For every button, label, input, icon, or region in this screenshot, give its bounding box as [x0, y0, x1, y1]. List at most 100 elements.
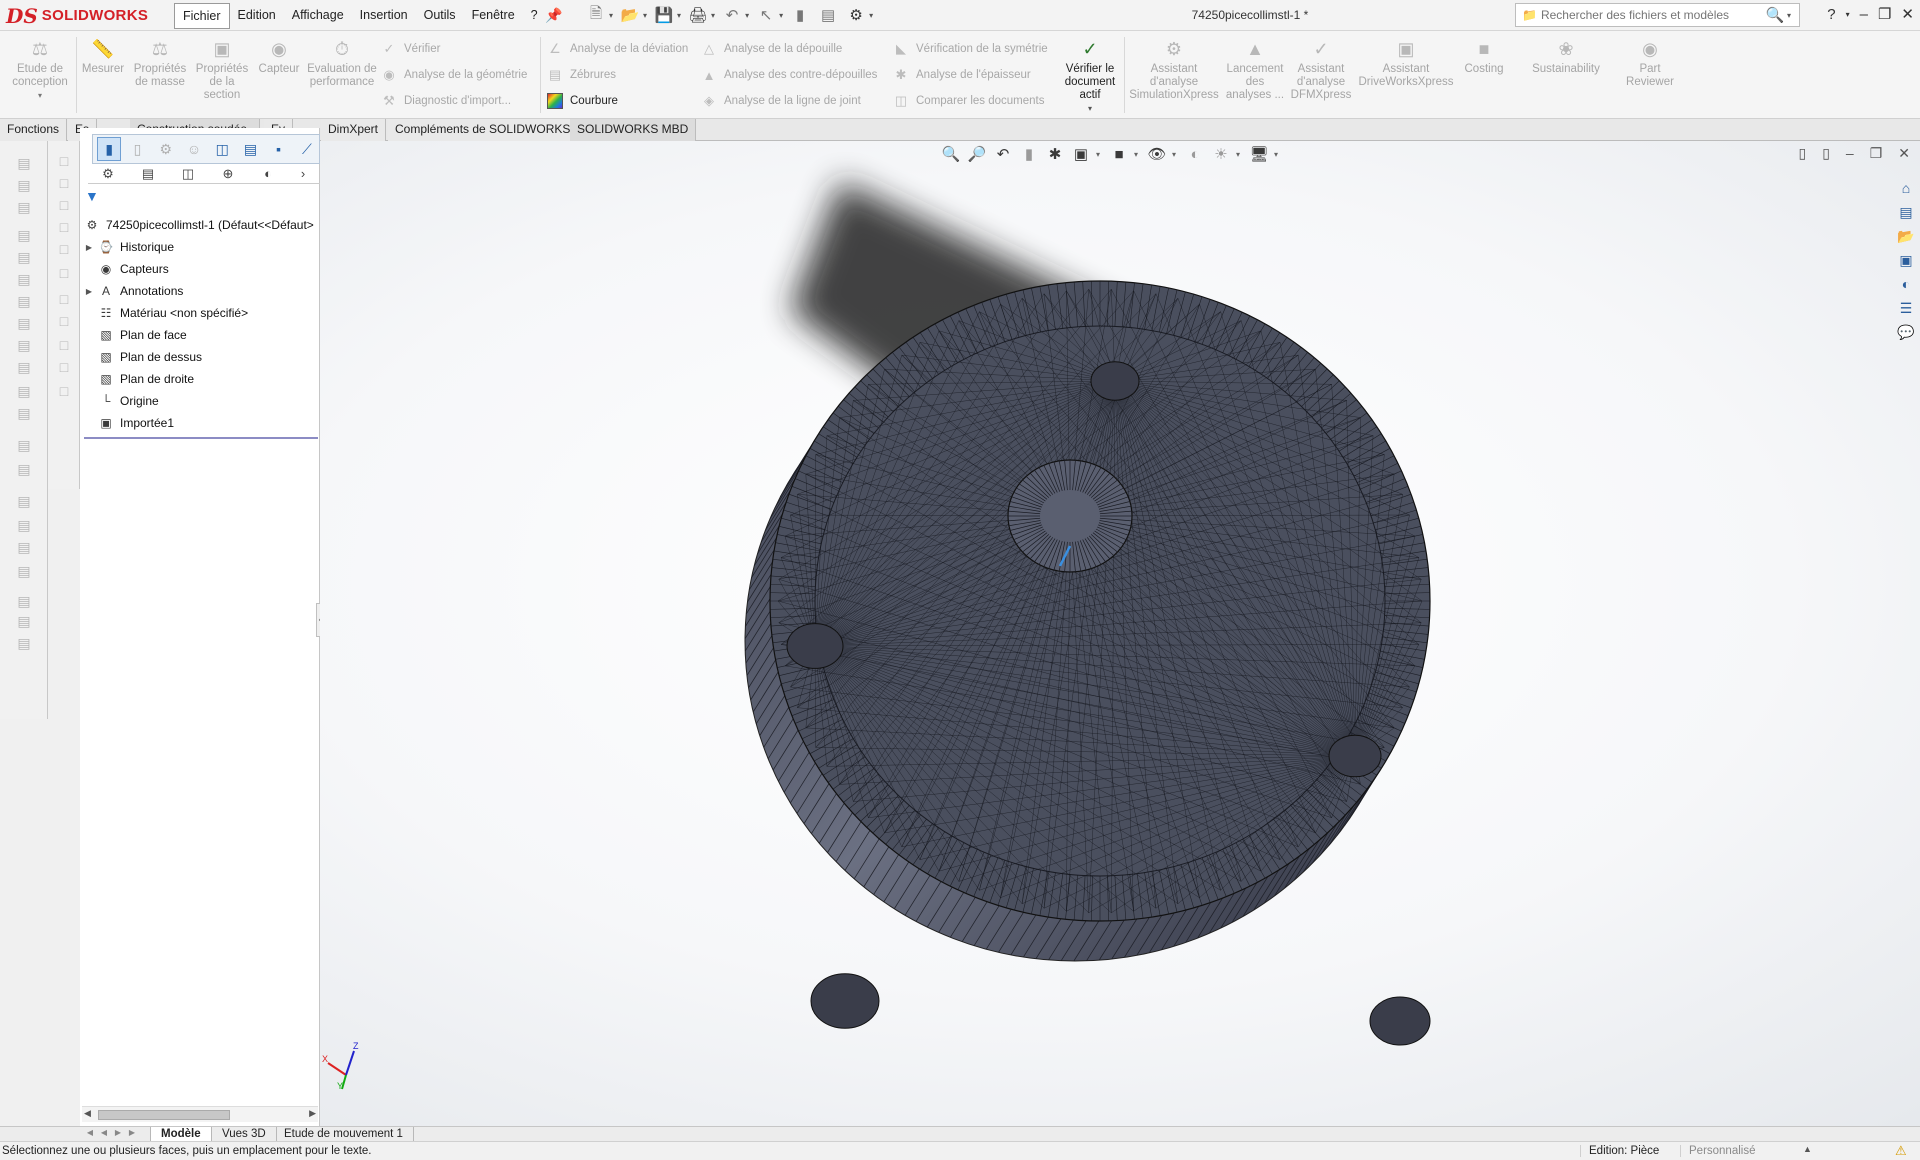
dimxpertmanager-tab-icon[interactable]: ⊕	[208, 164, 248, 184]
feature-tool-icon[interactable]: ▤	[14, 591, 34, 611]
symmetry-check-button[interactable]: ◣ Vérification de la symétrie	[892, 39, 1048, 59]
minimize-icon[interactable]: –	[1860, 6, 1868, 23]
line-icon[interactable]: ⟋	[295, 137, 319, 161]
restore-icon[interactable]: ❐	[1878, 5, 1891, 23]
scroll-left-icon[interactable]: ◀	[84, 1108, 91, 1119]
forum-icon[interactable]: 💬	[1894, 321, 1918, 343]
compare-documents-button[interactable]: ◫ Comparer les documents	[892, 91, 1045, 111]
feature-tool-icon[interactable]: ▤	[14, 247, 34, 267]
mirror-icon[interactable]: ◫	[210, 137, 234, 161]
more-tabs-chevron-icon[interactable]: ›	[288, 164, 318, 184]
help-icon[interactable]: ?	[1827, 6, 1835, 23]
menu-outils[interactable]: Outils	[416, 3, 464, 29]
save-icon[interactable]: 💾	[653, 4, 675, 26]
feature-tool-icon[interactable]: ▤	[14, 175, 34, 195]
first-tab-icon[interactable]: ◀	[84, 1128, 96, 1140]
tree-node[interactable]: └ Origine	[82, 390, 318, 412]
feature-tool-icon[interactable]: ▤	[14, 403, 34, 423]
select-icon[interactable]: ↖	[755, 4, 777, 26]
feature-tool-icon[interactable]: ▤	[14, 291, 34, 311]
undercut-analysis-button[interactable]: ▲ Analyse des contre-dépouilles	[700, 65, 878, 85]
graphics-area[interactable]: 🔍 🔎 ↶ ▮ ✱ ▣ ▾ ■ ▾ 👁 ▾ ◐ ☀ ▾ 🖥 ▾ ▯ ▯ – ❐ ✕ ⌂ ▤…	[320, 141, 1920, 1126]
tree-node[interactable]: ▧ Plan de dessus	[82, 346, 318, 368]
print-dropdown-icon[interactable]: ▾	[711, 11, 715, 20]
options-gear-icon[interactable]: ⚙	[845, 4, 867, 26]
undo-dropdown-icon[interactable]: ▾	[745, 11, 749, 20]
costing-button[interactable]: ■ Costing	[1458, 37, 1510, 76]
rollback-bar[interactable]	[84, 437, 318, 439]
view-orientation-dropdown-icon[interactable]: ▾	[1096, 150, 1104, 159]
tab-modele[interactable]: Modèle	[150, 1127, 212, 1142]
tree-filter[interactable]: ▼	[85, 188, 315, 208]
import-diagnostics-button[interactable]: ⚒ Diagnostic d'import...	[380, 91, 511, 111]
viewport-restore-icon[interactable]: ❐	[1870, 145, 1883, 162]
normal-to-icon[interactable]: ▮	[97, 137, 122, 161]
panel-horizontal-scrollbar[interactable]: ◀ ▶	[82, 1106, 318, 1122]
configurationmanager-tab-icon[interactable]: ◫	[168, 164, 208, 184]
hide-show-dropdown-icon[interactable]: ▾	[1172, 150, 1180, 159]
sketch-tool-icon[interactable]: □	[54, 381, 74, 401]
sketch-tool-icon[interactable]: □	[54, 357, 74, 377]
check-button[interactable]: ✓ Vérifier	[380, 39, 441, 59]
sketch-tool-icon[interactable]: □	[54, 263, 74, 283]
print-icon[interactable]: 🖨	[687, 4, 709, 26]
sketch-tool-icon[interactable]: □	[54, 311, 74, 331]
dfmxpress-button[interactable]: ✓ Assistant d'analyse DFMXpress	[1290, 37, 1352, 102]
tree-node[interactable]: ▧ Plan de face	[82, 324, 318, 346]
menu-insertion[interactable]: Insertion	[352, 3, 416, 29]
mounting-hole[interactable]	[786, 623, 844, 669]
search-input[interactable]	[1540, 8, 1763, 22]
file-explorer-icon[interactable]: 📂	[1894, 225, 1918, 247]
scroll-right-icon[interactable]: ▶	[309, 1108, 316, 1119]
tree-root[interactable]: ⚙ 74250picecollimstl-1 (Défaut<<Défaut>	[82, 214, 318, 236]
appearances-icon[interactable]: ◐	[1894, 273, 1918, 295]
undo-icon[interactable]: ↶	[721, 4, 743, 26]
edit-appearance-icon[interactable]: ◐	[1184, 143, 1206, 165]
open-icon[interactable]: 📂	[619, 4, 641, 26]
viewport-minimize-icon[interactable]: –	[1846, 145, 1854, 162]
new-document-icon[interactable]: 🗎	[585, 4, 607, 26]
custom-properties-icon[interactable]: ☰	[1894, 297, 1918, 319]
rebuild-status-icon[interactable]: ⚠	[1895, 1143, 1907, 1159]
tree-node[interactable]: ▶ A Annotations	[82, 280, 318, 302]
menu-fenetre[interactable]: Fenêtre	[464, 3, 523, 29]
open-dropdown-icon[interactable]: ▾	[643, 11, 647, 20]
pin-menu-icon[interactable]: 📌	[545, 7, 562, 24]
design-library-icon[interactable]: ▤	[1894, 201, 1918, 223]
tree-node[interactable]: ▣ Importée1	[82, 412, 318, 434]
zoom-to-fit-icon[interactable]: 🔍	[940, 143, 962, 165]
design-study-dropdown-icon[interactable]: ▾	[6, 89, 74, 102]
model-mesh[interactable]	[320, 141, 1920, 1126]
solidworks-logo[interactable]: DS SOLIDWORKS	[6, 2, 156, 29]
tab-dimxpert[interactable]: DimXpert	[321, 119, 387, 141]
tab-fonctions[interactable]: Fonctions	[0, 119, 68, 141]
viewport-split-icon[interactable]: ▯	[1798, 145, 1806, 162]
tree-node[interactable]: ▶ ⌚ Historique	[82, 236, 318, 258]
help-dropdown-icon[interactable]: ▾	[1846, 10, 1850, 19]
previous-view-icon[interactable]: ↶	[992, 143, 1014, 165]
tree-node[interactable]: ☷ Matériau <non spécifié>	[82, 302, 318, 324]
curvature-button[interactable]: Courbure	[546, 91, 618, 111]
featuremanager-tab-icon[interactable]: ⚙	[88, 164, 128, 184]
displaymanager-tab-icon[interactable]: ◐	[248, 164, 288, 184]
zoom-to-area-icon[interactable]: 🔎	[966, 143, 988, 165]
zebra-stripes-button[interactable]: ▤ Zébrures	[546, 65, 616, 85]
feature-tool-icon[interactable]: ▤	[14, 633, 34, 653]
filter-icon[interactable]: ▼	[85, 188, 99, 204]
measure-button[interactable]: 📏 Mesurer	[80, 37, 126, 76]
rebuild-icon[interactable]: ▮	[789, 4, 811, 26]
geometry-analysis-button[interactable]: ◉ Analyse de la géométrie	[380, 65, 527, 85]
sketch-tool-icon[interactable]: □	[54, 195, 74, 215]
expand-arrow-icon[interactable]: ▶	[82, 243, 96, 252]
scroll-thumb[interactable]	[98, 1110, 230, 1120]
feature-tool-icon[interactable]: ▤	[14, 561, 34, 581]
apply-scene-icon[interactable]: ☀	[1210, 143, 1232, 165]
next-tab-icon[interactable]: ▶	[112, 1128, 124, 1140]
part-reviewer-button[interactable]: ◉ Part Reviewer	[1620, 37, 1680, 89]
mass-properties-button[interactable]: ⚖ Propriétés de masse	[130, 37, 190, 89]
performance-evaluation-button[interactable]: ⏱ Evaluation de performance	[306, 37, 378, 89]
tab-etude-mouvement[interactable]: Etude de mouvement 1	[274, 1127, 414, 1142]
unit-system-dropdown-icon[interactable]: ▲	[1803, 1144, 1812, 1154]
feature-tool-icon[interactable]: ▤	[14, 435, 34, 455]
feature-tool-icon[interactable]: ▤	[14, 335, 34, 355]
